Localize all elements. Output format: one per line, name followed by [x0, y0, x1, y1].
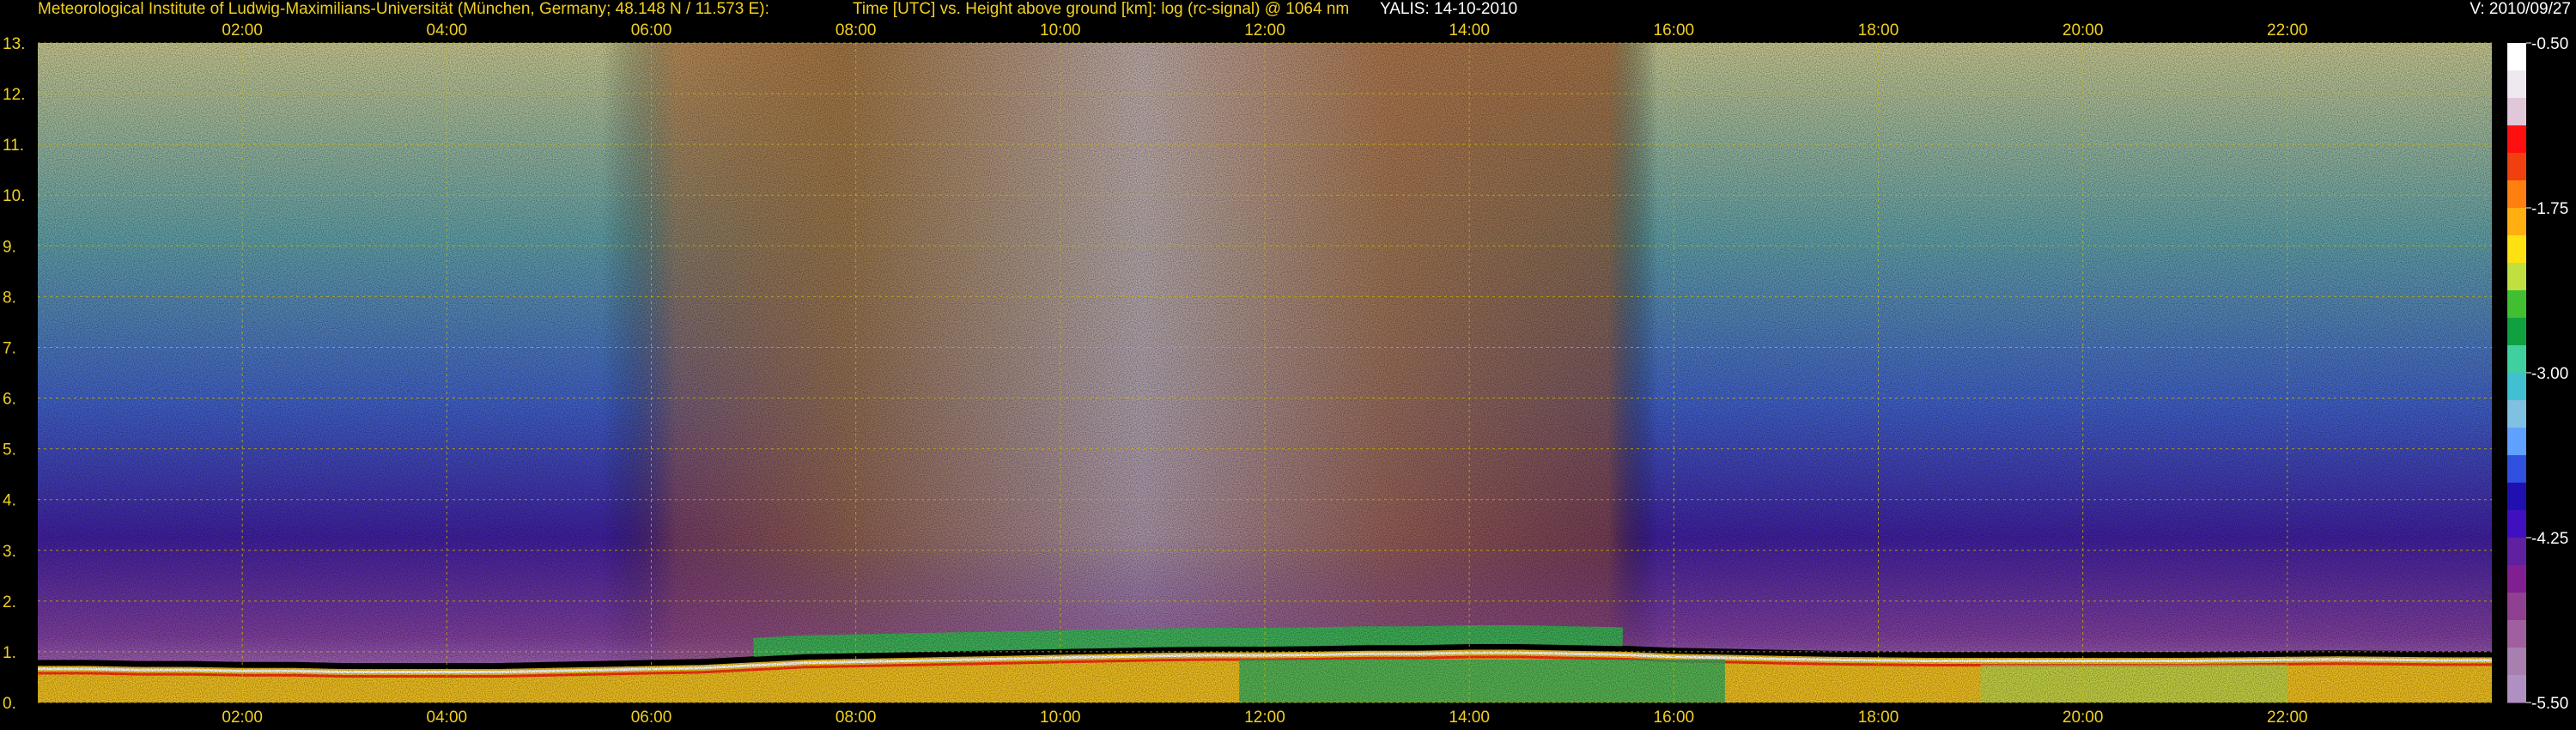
lidar-heatmap-chart: 02:00 04:00 06:00 08:00 10:00 12:00 14:00 16:00… [3, 21, 2568, 727]
colorbar-swatch [2507, 290, 2526, 319]
colorbar-tick-labels: -0.50 -1.75 -3.00 -4.25 -5.50 [2526, 35, 2568, 713]
x-tick-label-bottom: 12:00 [1244, 709, 1285, 727]
colorbar-swatch [2507, 565, 2526, 593]
colorbar-swatch [2507, 455, 2526, 484]
y-tick-label: 12. [3, 86, 25, 104]
x-tick-label-bottom: 22:00 [2267, 709, 2308, 727]
x-tick-label-bottom: 02:00 [222, 709, 263, 727]
x-tick-label-bottom: 14:00 [1449, 709, 1490, 727]
x-tick-label-top: 10:00 [1040, 21, 1081, 40]
y-tick-label: 7. [3, 339, 16, 357]
y-tick-label: 8. [3, 289, 16, 307]
y-tick-label: 3. [3, 543, 16, 561]
colorbar [2507, 43, 2526, 703]
colorbar-swatch [2507, 428, 2526, 456]
y-tick-label: 1. [3, 644, 16, 662]
x-tick-label-bottom: 08:00 [835, 709, 877, 727]
x-tick-label-top: 16:00 [1654, 21, 1695, 40]
colorbar-swatch [2507, 400, 2526, 429]
colorbar-swatch [2507, 675, 2526, 703]
colorbar-swatch [2507, 70, 2526, 99]
colorbar-swatch [2507, 208, 2526, 236]
x-tick-label-bottom: 04:00 [427, 709, 468, 727]
x-tick-label-top: 04:00 [427, 21, 468, 40]
x-tick-labels-top: 02:00 04:00 06:00 08:00 10:00 12:00 14:00 16:00… [222, 21, 2307, 40]
colorbar-swatch [2507, 98, 2526, 126]
y-tick-label: 9. [3, 238, 16, 256]
colorbar-tick-label: -3.00 [2531, 365, 2568, 383]
colorbar-swatch [2507, 318, 2526, 346]
colorbar-swatch [2507, 510, 2526, 538]
colorbar-swatch [2507, 235, 2526, 264]
x-tick-label-bottom: 16:00 [1654, 709, 1695, 727]
colorbar-swatch [2507, 483, 2526, 511]
colorbar-swatch [2507, 593, 2526, 621]
y-tick-label: 10. [3, 187, 25, 205]
colorbar-tick-label: -0.50 [2531, 35, 2568, 53]
colorbar-swatch [2507, 263, 2526, 291]
x-tick-label-top: 02:00 [222, 21, 263, 40]
colorbar-swatch [2507, 345, 2526, 374]
colorbar-tick-label: -1.75 [2531, 200, 2568, 218]
x-tick-label-top: 14:00 [1449, 21, 1490, 40]
colorbar-swatch [2507, 153, 2526, 181]
x-tick-label-top: 22:00 [2267, 21, 2308, 40]
y-tick-label: 5. [3, 441, 16, 459]
y-tick-labels: 0. 1. 2. 3. 4. 5. 6. 7. 8. 9. 10. 11. 12. 13. [3, 35, 25, 713]
x-tick-label-bottom: 06:00 [631, 709, 672, 727]
y-tick-label: 2. [3, 593, 16, 611]
colorbar-tick-label: -4.25 [2531, 530, 2568, 548]
x-tick-label-top: 12:00 [1244, 21, 1285, 40]
colorbar-swatch [2507, 620, 2526, 648]
y-tick-label: 11. [3, 137, 24, 155]
y-tick-label: 4. [3, 492, 16, 510]
colorbar-swatch [2507, 125, 2526, 154]
x-tick-label-bottom: 18:00 [1858, 709, 1899, 727]
x-tick-labels-bottom: 02:00 04:00 06:00 08:00 10:00 12:00 14:00 16:00… [222, 709, 2307, 727]
colorbar-swatch [2507, 43, 2526, 71]
x-tick-label-top: 20:00 [2063, 21, 2104, 40]
x-tick-label-top: 18:00 [1858, 21, 1899, 40]
colorbar-tick-label: -5.50 [2531, 695, 2568, 713]
x-tick-label-bottom: 10:00 [1040, 709, 1081, 727]
colorbar-swatch [2507, 538, 2526, 566]
y-tick-label: 6. [3, 391, 16, 409]
x-tick-label-bottom: 20:00 [2063, 709, 2104, 727]
colorbar-swatch [2507, 373, 2526, 401]
colorbar-swatch [2507, 180, 2526, 209]
colorbar-swatch [2507, 648, 2526, 676]
x-tick-label-top: 08:00 [835, 21, 877, 40]
y-tick-label: 13. [3, 35, 25, 53]
x-tick-label-top: 06:00 [631, 21, 672, 40]
y-tick-label: 0. [3, 695, 16, 713]
